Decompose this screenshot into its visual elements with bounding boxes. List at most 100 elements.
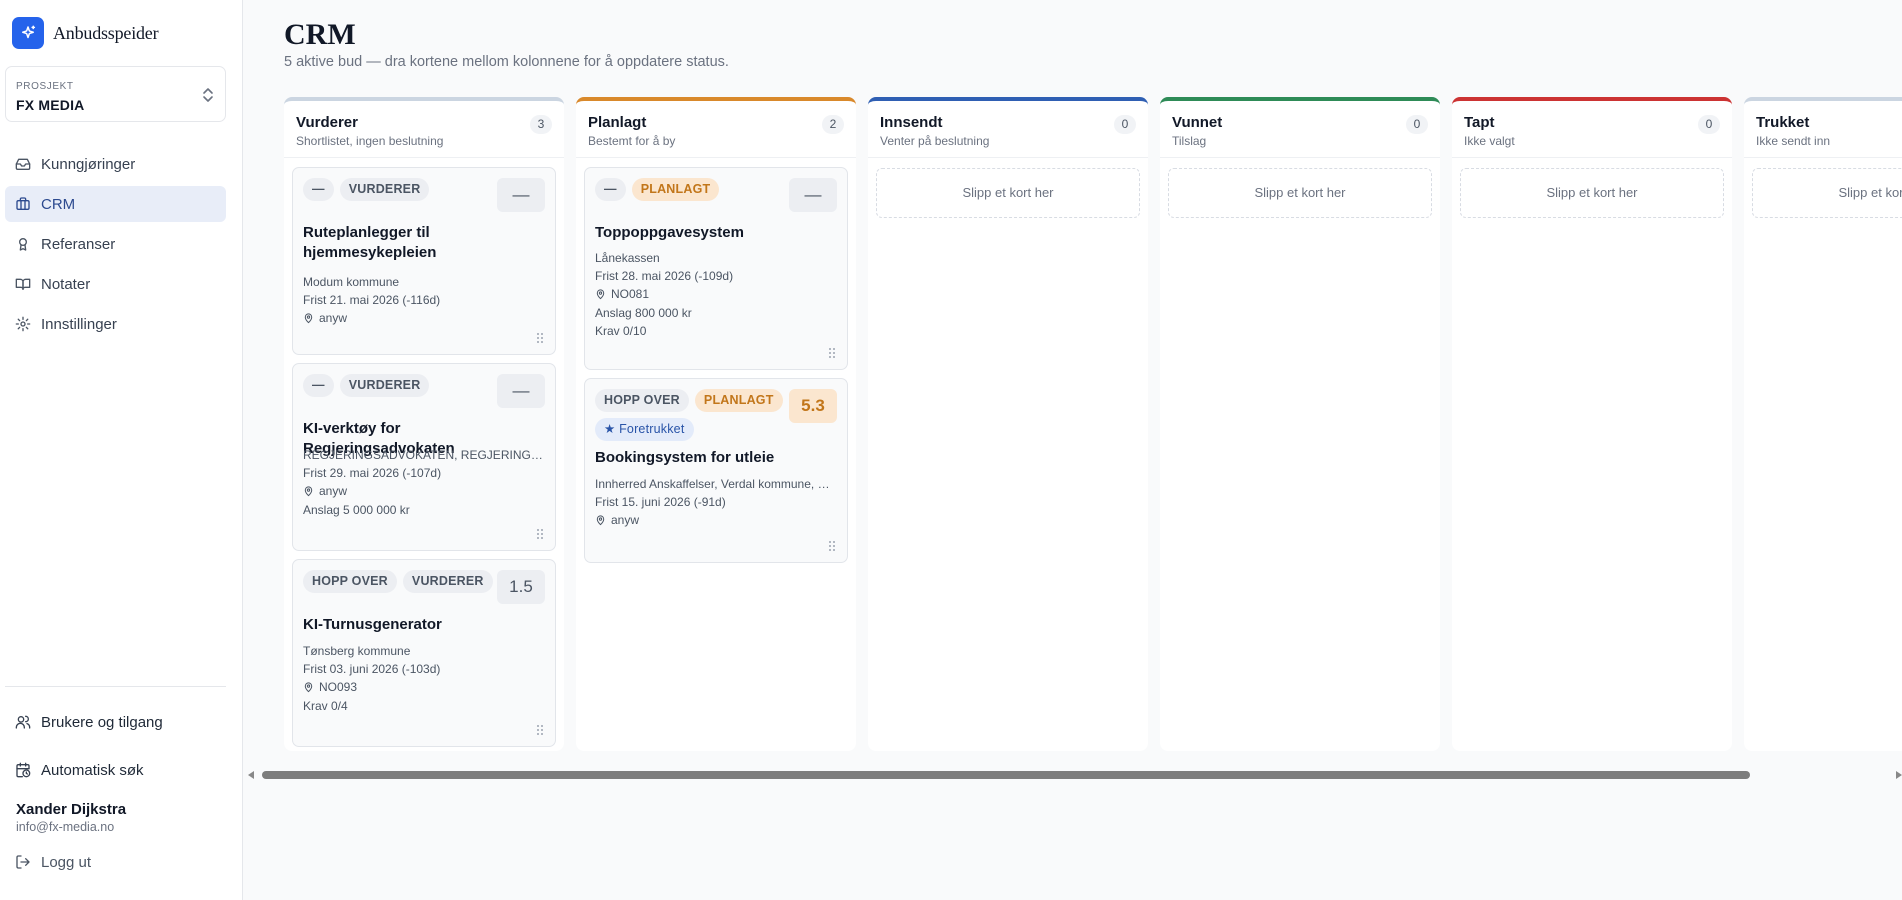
column-innsendt[interactable]: Innsendt Venter på beslutning 0 Slipp et…: [868, 97, 1148, 751]
status-tag: PLANLAGT: [694, 389, 783, 412]
scroll-left-icon[interactable]: [248, 771, 254, 779]
card-buyer: Lånekassen: [595, 251, 660, 265]
nav-item-crm[interactable]: CRM: [5, 186, 226, 222]
bid-card[interactable]: HOPP OVER VURDERER 1.5 KI-Turnusgenerato…: [292, 559, 556, 747]
column-description: Tilslag: [1172, 134, 1207, 148]
user-name: Xander Dijkstra: [16, 801, 127, 818]
drag-handle-icon[interactable]: [537, 725, 543, 735]
location-label: anyw: [611, 513, 640, 527]
brand[interactable]: Anbudsspeider: [12, 17, 159, 49]
page-title: CRM: [284, 18, 356, 51]
score-badge: 1.5: [497, 570, 545, 604]
location-label: anyw: [319, 311, 348, 325]
recommendation-tag: HOPP OVER: [595, 389, 689, 412]
card-buyer: Innherred Anskaffelser, Verdal kommune, …: [595, 477, 835, 491]
main-nav: Kunngjøringer CRM Referanser Notater Inn…: [5, 146, 226, 346]
status-tag: PLANLAGT: [631, 178, 720, 201]
scroll-right-icon[interactable]: [1896, 771, 1902, 779]
map-pin-icon: [304, 682, 313, 693]
nav-item-referanser[interactable]: Referanser: [5, 226, 226, 262]
user-email: info@fx-media.no: [16, 820, 115, 834]
column-vunnet[interactable]: Vunnet Tilslag 0 Slipp et kort her: [1160, 97, 1440, 751]
card-tags: — PLANLAGT: [595, 178, 785, 201]
drop-zone[interactable]: Slipp et kort her: [1460, 168, 1724, 218]
recommendation-tag: HOPP OVER: [303, 570, 397, 593]
column-description: Bestemt for å by: [588, 134, 676, 148]
logout-button[interactable]: Logg ut: [5, 847, 226, 877]
column-title: Vunnet: [1172, 114, 1223, 131]
nav-item-innstillinger[interactable]: Innstillinger: [5, 306, 226, 342]
card-estimate: Anslag 5 000 000 kr: [303, 503, 410, 517]
column-header: Trukket Ikke sendt inn: [1744, 101, 1902, 158]
nav-item-kunngjoringer[interactable]: Kunngjøringer: [5, 146, 226, 182]
main-content: CRM 5 aktive bud — dra kortene mellom ko…: [244, 0, 1902, 900]
page-subtitle: 5 aktive bud — dra kortene mellom kolonn…: [284, 54, 729, 70]
column-tapt[interactable]: Tapt Ikke valgt 0 Slipp et kort her: [1452, 97, 1732, 751]
column-planlagt[interactable]: Planlagt Bestemt for å by 2 — PLANLAGT —…: [576, 97, 856, 751]
card-title: Bookingsystem for utleie: [595, 449, 775, 466]
card-location: NO093: [303, 680, 543, 694]
card-tags: — VURDERER: [303, 178, 493, 201]
location-label: NO081: [611, 287, 650, 301]
column-title: Planlagt: [588, 114, 647, 131]
chevron-updown-icon: [203, 88, 213, 102]
recommendation-tag: —: [303, 374, 334, 397]
drop-zone[interactable]: Slipp et kort her: [1168, 168, 1432, 218]
kanban-board: Vurderer Shortlistet, ingen beslutning 3…: [284, 97, 1902, 751]
drag-handle-icon[interactable]: [829, 348, 835, 358]
column-header: Tapt Ikke valgt 0: [1452, 101, 1732, 158]
location-label: anyw: [319, 484, 348, 498]
column-count-badge: 3: [530, 115, 552, 134]
users-access-link[interactable]: Brukere og tilgang: [5, 707, 226, 737]
drag-handle-icon[interactable]: [537, 529, 543, 539]
card-tags: — VURDERER: [303, 374, 493, 397]
project-selector[interactable]: PROSJEKT FX MEDIA: [5, 66, 226, 122]
status-tag: VURDERER: [402, 570, 493, 593]
column-header: Vunnet Tilslag 0: [1160, 101, 1440, 158]
drop-zone[interactable]: Slipp et kort her: [876, 168, 1140, 218]
score-badge: —: [497, 178, 545, 212]
inbox-icon: [15, 158, 31, 170]
bid-card[interactable]: — VURDERER — KI-verktøy for Regjeringsad…: [292, 363, 556, 551]
scrollbar-thumb[interactable]: [262, 771, 1750, 779]
column-count-badge: 2: [822, 115, 844, 134]
sparkle-icon: [12, 17, 44, 49]
logout-label: Logg ut: [41, 853, 92, 871]
column-count-badge: 0: [1114, 115, 1136, 134]
column-vurderer[interactable]: Vurderer Shortlistet, ingen beslutning 3…: [284, 97, 564, 751]
horizontal-scrollbar[interactable]: [244, 768, 1902, 782]
bid-card[interactable]: — PLANLAGT — Toppoppgavesystem Lånekasse…: [584, 167, 848, 370]
column-header: Innsendt Venter på beslutning 0: [868, 101, 1148, 158]
preferred-tag: ★ Foretrukket: [595, 418, 694, 441]
status-tag: VURDERER: [339, 374, 430, 397]
column-title: Tapt: [1464, 114, 1495, 131]
drag-handle-icon[interactable]: [537, 333, 543, 343]
card-location: NO081: [595, 287, 835, 301]
card-deadline: Frist 03. juni 2026 (-103d): [303, 662, 441, 676]
drop-zone[interactable]: Slipp et kort her: [1752, 168, 1902, 218]
column-trukket[interactable]: Trukket Ikke sendt inn Slipp et kort her: [1744, 97, 1902, 751]
auto-search-link[interactable]: Automatisk søk: [5, 755, 226, 785]
nav-item-notater[interactable]: Notater: [5, 266, 226, 302]
auto-search-label: Automatisk søk: [41, 761, 144, 779]
project-label: PROSJEKT: [16, 81, 74, 92]
bid-card[interactable]: — VURDERER — Ruteplanlegger til hjemmesy…: [292, 167, 556, 355]
card-requirements: Krav 0/10: [595, 324, 647, 338]
nav-label: Kunngjøringer: [41, 155, 136, 173]
card-buyer: Modum kommune: [303, 275, 400, 289]
bid-card[interactable]: HOPP OVER PLANLAGT ★ Foretrukket 5.3 Boo…: [584, 378, 848, 563]
column-description: Venter på beslutning: [880, 134, 990, 148]
drag-handle-icon[interactable]: [829, 541, 835, 551]
column-title: Trukket: [1756, 114, 1810, 131]
briefcase-icon: [16, 197, 30, 210]
users-access-label: Brukere og tilgang: [41, 713, 163, 731]
card-tags: HOPP OVER PLANLAGT ★ Foretrukket: [595, 389, 785, 441]
score-badge: 5.3: [789, 389, 837, 423]
calendar-clock-icon: [16, 762, 31, 778]
nav-label: Referanser: [41, 235, 116, 253]
card-buyer: Tønsberg kommune: [303, 644, 411, 658]
column-description: Ikke valgt: [1464, 134, 1515, 148]
card-title: Ruteplanlegger til hjemmesykepleien: [303, 224, 437, 261]
card-deadline: Frist 21. mai 2026 (-116d): [303, 293, 441, 307]
logout-icon: [16, 855, 30, 869]
